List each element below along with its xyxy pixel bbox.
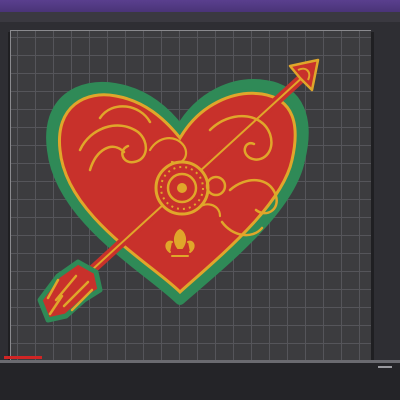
medallion-core	[177, 183, 187, 193]
heart-with-arrow-model[interactable]	[0, 0, 400, 400]
